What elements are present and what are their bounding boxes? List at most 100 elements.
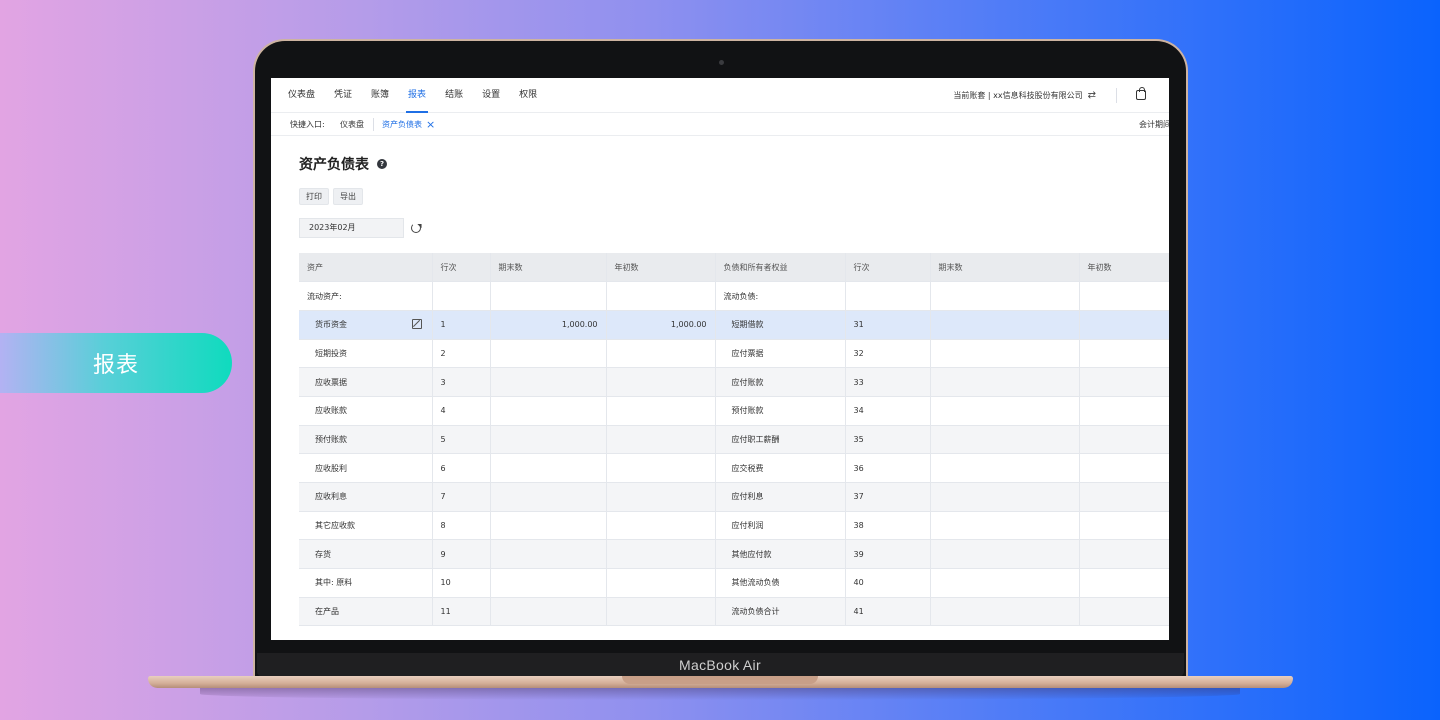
cell-ending [930,310,1080,340]
laptop-shadow [200,688,1240,700]
close-icon[interactable]: × [426,113,435,136]
cell-line: 10 [432,568,491,598]
cell-asset: 应收股利 [299,453,433,483]
cell-liability: 应付职工薪酬 [715,425,846,455]
page-title-text: 资产负债表 [299,157,369,173]
cell-line: 7 [432,482,491,512]
company-name: 当前账套 | xx信息科技股份有限公司 [953,91,1083,100]
cell-asset: 流动资产: [299,281,433,311]
table-row[interactable]: 在产品 11 流动负债合计 41 [299,597,1169,627]
nav-item-closing[interactable]: 结账 [445,78,463,113]
cell-opening [606,597,716,627]
cell-line: 38 [845,511,931,541]
help-icon[interactable]: ? [377,159,387,169]
cell-liability: 其他流动负债 [715,568,846,598]
cell-line: 33 [845,367,931,397]
table-row[interactable]: 应收利息 7 应付利息 37 [299,482,1169,512]
cell-ending [930,568,1080,598]
nav-item-dashboard[interactable]: 仪表盘 [288,78,315,113]
nav-item-permissions[interactable]: 权限 [519,78,537,113]
cell-opening [1079,310,1169,340]
top-nav: 仪表盘 凭证 账簿 报表 结账 设置 权限 当前账套 | xx信息科技股份有限公… [271,78,1169,113]
cell-ending [490,568,607,598]
nav-item-settings[interactable]: 设置 [482,78,500,113]
cell-line [845,281,931,311]
header-line-no: 行次 [432,253,491,283]
cell-ending [930,281,1080,311]
cell-asset: 短期投资 [299,339,433,369]
header-liabilities-equity: 负债和所有者权益 [715,253,846,283]
cell-line: 41 [845,597,931,627]
table-row[interactable]: 存货 9 其他应付款 39 [299,539,1169,570]
cell-line: 1 [432,310,491,340]
table-row[interactable]: 应收股利 6 应交税费 36 [299,453,1169,483]
cell-opening [606,339,716,369]
cell-opening [606,425,716,455]
cell-opening: 1,000.00 [606,310,716,340]
cell-opening [606,396,716,426]
table-row[interactable]: 其它应收款 8 应付利润 38 [299,511,1169,541]
cell-ending [490,453,607,483]
camera-icon [719,60,724,65]
edit-icon[interactable] [411,319,422,330]
cell-asset: 应收账款 [299,396,433,426]
cell-liability: 应付账款 [715,367,846,397]
cell-ending [490,425,607,455]
table-row[interactable]: 应收账款 4 预付账款 34 [299,396,1169,426]
quick-tab-balance-sheet[interactable]: 资产负债表 × [382,113,435,136]
swap-icon[interactable]: ⇄ [1088,78,1096,113]
cell-opening [1079,367,1169,397]
header-opening-balance: 年初数 [606,253,716,283]
cell-line: 37 [845,482,931,512]
nav-menu: 仪表盘 凭证 账簿 报表 结账 设置 权限 [288,78,556,113]
cell-line: 2 [432,339,491,369]
table-row[interactable]: 应收票据 3 应付账款 33 [299,367,1169,397]
table-row[interactable]: 其中: 原料 10 其他流动负债 40 [299,568,1169,598]
quick-access-bar: 快捷入口: 仪表盘 资产负债表 × 会计期间 [271,113,1169,136]
cell-line: 4 [432,396,491,426]
cell-line: 40 [845,568,931,598]
header-ending-balance: 期末数 [930,253,1080,283]
cell-line [432,281,491,311]
nav-divider [1116,88,1117,103]
cell-liability: 流动负债: [715,281,846,311]
export-button[interactable]: 导出 [333,188,363,205]
table-row-selected[interactable]: 货币资金 1 1,000.00 1,000.00 短期借款 31 [299,310,1169,340]
cell-liability: 应交税费 [715,453,846,483]
cell-asset: 存货 [299,539,433,570]
cell-ending [490,539,607,570]
cell-opening [606,539,716,570]
cell-ending [930,511,1080,541]
cell-ending [930,539,1080,570]
cell-ending [930,425,1080,455]
cell-liability: 应付利润 [715,511,846,541]
cell-ending [930,367,1080,397]
print-button[interactable]: 打印 [299,188,329,205]
quick-access-label: 快捷入口: [290,120,325,129]
cell-line: 31 [845,310,931,340]
period-picker[interactable]: 2023年02月 [299,218,404,238]
cell-opening [1079,453,1169,483]
cell-opening [606,367,716,397]
nav-item-reports[interactable]: 报表 [406,78,429,113]
nav-item-ledgers[interactable]: 账簿 [371,78,389,113]
table-row[interactable]: 短期投资 2 应付票据 32 [299,339,1169,369]
cell-asset: 在产品 [299,597,433,627]
header-line-no: 行次 [845,253,931,283]
cell-ending [930,453,1080,483]
company-switcher[interactable]: 当前账套 | xx信息科技股份有限公司 ⇄ [953,78,1096,113]
table-row[interactable]: 预付账款 5 应付职工薪酬 35 [299,425,1169,455]
header-assets: 资产 [299,253,433,283]
table-header-row: 资产 行次 期末数 年初数 负债和所有者权益 行次 期末数 年初数 [299,253,1169,283]
cell-opening [1079,597,1169,627]
cell-ending [930,396,1080,426]
feature-tag: 报表 [0,333,232,393]
shop-bag-icon[interactable] [1136,87,1146,100]
nav-item-vouchers[interactable]: 凭证 [334,78,352,113]
quick-divider [373,118,374,131]
cell-liability: 预付账款 [715,396,846,426]
cell-line: 3 [432,367,491,397]
quick-tab-dashboard[interactable]: 仪表盘 [340,113,364,136]
cell-opening [606,568,716,598]
refresh-icon[interactable] [411,223,421,233]
